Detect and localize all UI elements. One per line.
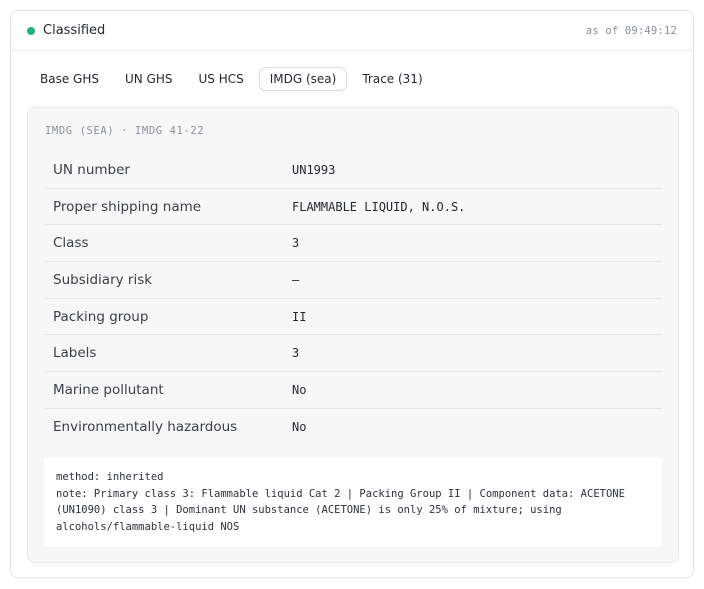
row-label: UN number	[53, 161, 130, 178]
row-value: —	[292, 272, 300, 287]
status-dot-icon	[27, 26, 35, 35]
row-subsidiary-risk: Subsidiary risk —	[45, 262, 662, 299]
card-header: Classified as of 09:49:12	[11, 11, 693, 51]
row-environmentally-hazardous: Environmentally hazardous No	[45, 409, 662, 446]
tab-base-ghs[interactable]: Base GHS	[29, 67, 110, 91]
classification-notes: method: inherited note: Primary class 3:…	[44, 457, 662, 547]
tab-us-hcs[interactable]: US HCS	[188, 67, 255, 91]
row-packing-group: Packing group II	[45, 299, 662, 336]
property-list: UN number UN1993 Proper shipping name FL…	[45, 152, 662, 446]
row-label: Class	[53, 235, 89, 252]
row-proper-shipping-name: Proper shipping name FLAMMABLE LIQUID, N…	[45, 189, 662, 226]
row-class: Class 3	[45, 225, 662, 263]
row-value: No	[292, 420, 307, 435]
row-label: Environmentally hazardous	[53, 419, 238, 436]
row-value: FLAMMABLE LIQUID, N.O.S.	[292, 199, 466, 214]
row-un-number: UN number UN1993	[45, 152, 662, 189]
panel-title: IMDG (SEA) · IMDG 41-22	[45, 125, 205, 137]
row-value: 3	[292, 236, 300, 251]
tab-trace[interactable]: Trace (31)	[351, 67, 433, 91]
classification-card: Classified as of 09:49:12 Base GHS UN GH…	[10, 10, 694, 578]
row-labels: Labels 3	[45, 335, 662, 373]
status-label: Classified	[43, 23, 106, 38]
row-marine-pollutant: Marine pollutant No	[45, 372, 662, 409]
row-label: Packing group	[53, 308, 149, 325]
method-line: method: inherited	[56, 471, 164, 483]
row-label: Subsidiary risk	[53, 271, 153, 288]
row-value: UN1993	[292, 162, 336, 177]
row-label: Proper shipping name	[53, 198, 202, 215]
tab-imdg-sea[interactable]: IMDG (sea)	[258, 67, 348, 91]
timestamp: as of 09:49:12	[585, 24, 677, 37]
regulation-tabs: Base GHS UN GHS US HCS IMDG (sea) Trace …	[29, 67, 434, 91]
note-text: note: Primary class 3: Flammable liquid …	[56, 487, 625, 533]
row-label: Marine pollutant	[53, 381, 164, 398]
row-value: II	[292, 309, 307, 324]
row-value: No	[292, 382, 307, 397]
row-label: Labels	[53, 345, 97, 362]
imdg-panel: IMDG (SEA) · IMDG 41-22 UN number UN1993…	[27, 107, 679, 563]
tab-un-ghs[interactable]: UN GHS	[114, 67, 184, 91]
row-value: 3	[292, 346, 300, 361]
